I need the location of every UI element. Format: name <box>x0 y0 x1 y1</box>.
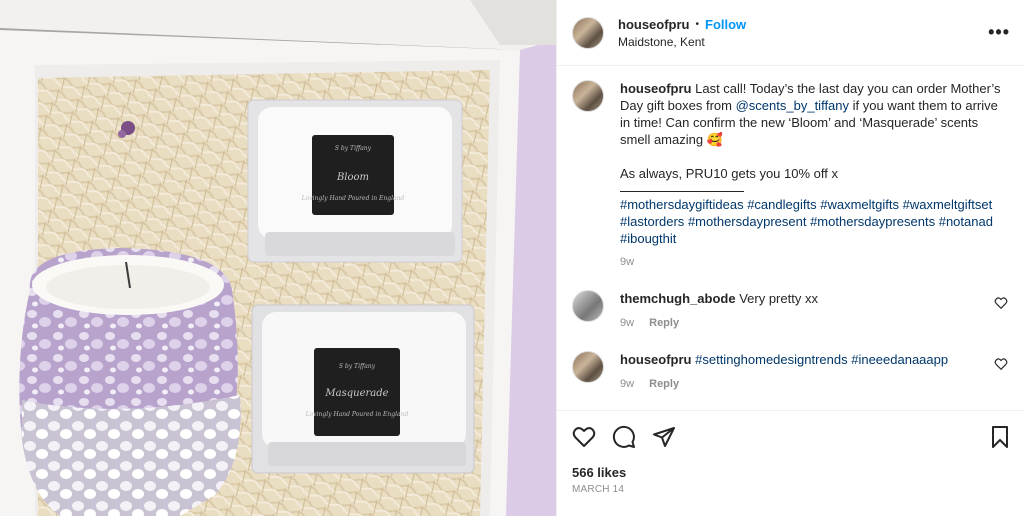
bookmark-icon[interactable] <box>988 425 1012 449</box>
comment-icon[interactable] <box>612 425 636 449</box>
hashtag[interactable]: #lastorders <box>620 214 684 229</box>
caption-username[interactable]: houseofpru <box>620 81 692 96</box>
hashtag[interactable]: #mothersdaygiftideas <box>620 197 744 212</box>
more-icon[interactable]: ••• <box>988 22 1010 43</box>
hashtag[interactable]: #waxmeltgifts <box>820 197 899 212</box>
post-header: houseofpru • Follow Maidstone, Kent ••• <box>557 0 1024 66</box>
hashtag[interactable]: #waxmeltgiftset <box>903 197 993 212</box>
commenter-avatar[interactable] <box>572 290 604 322</box>
caption-avatar[interactable] <box>572 80 604 112</box>
comment-text: Very pretty xx <box>739 291 818 306</box>
reply-button[interactable]: Reply <box>649 378 679 390</box>
comment-time: 9w <box>620 378 635 390</box>
separator-dot: • <box>695 18 700 30</box>
comment-username[interactable]: themchugh_abode <box>620 291 736 306</box>
post-actions: 566 likes MARCH 14 <box>557 410 1024 516</box>
candle2-label: Masquerade <box>324 388 388 399</box>
post-photo: S by Tiffany Bloom Lovingly Hand Poured … <box>0 0 556 516</box>
post-username[interactable]: houseofpru <box>618 17 690 32</box>
post-image[interactable]: S by Tiffany Bloom Lovingly Hand Poured … <box>0 0 556 516</box>
comment-item: themchugh_abode Very pretty xx 9w Reply <box>572 290 1008 332</box>
candle1-label: Bloom <box>336 172 369 183</box>
post-side-panel: houseofpru • Follow Maidstone, Kent ••• … <box>556 0 1024 516</box>
caption-emoji: 🥰 <box>706 132 723 147</box>
hashtag[interactable]: #mothersdaypresents <box>810 214 935 229</box>
likes-count[interactable]: 566 likes <box>572 465 1012 480</box>
hashtag-list: #mothersdaygiftideas #candlegifts #waxme… <box>620 196 1008 247</box>
caption-mention[interactable]: @scents_by_tiffany <box>736 98 849 113</box>
hashtag[interactable]: #ibougthit <box>620 231 676 246</box>
caption-divider <box>620 186 744 192</box>
comment-username[interactable]: houseofpru <box>620 352 692 367</box>
hashtag[interactable]: #notanad <box>939 214 993 229</box>
follow-button[interactable]: Follow <box>705 17 746 32</box>
comment-item: houseofpru #settinghomedesigntrends #ine… <box>572 351 1008 393</box>
share-icon[interactable] <box>652 425 676 449</box>
comment-time: 9w <box>620 317 635 329</box>
heart-icon[interactable] <box>572 425 596 449</box>
logo-text-2: S by Tiffany <box>339 363 376 370</box>
caption: houseofpru Last call! Today’s the last d… <box>572 80 1008 271</box>
logo-text-1: S by Tiffany <box>335 145 372 152</box>
hashtag[interactable]: #candlegifts <box>747 197 816 212</box>
hashtag[interactable]: #mothersdaypresent <box>688 214 807 229</box>
post-date: MARCH 14 <box>572 484 625 495</box>
brand-script-1: Lovingly Hand Poured in England <box>301 195 405 202</box>
caption-text-c: As always, PRU10 gets you 10% off x <box>620 166 838 181</box>
comment-like-heart-icon[interactable] <box>994 357 1008 371</box>
avatar[interactable] <box>572 16 604 49</box>
caption-time: 9w <box>620 256 635 268</box>
reply-button[interactable]: Reply <box>649 317 679 329</box>
comments-section: houseofpru Last call! Today’s the last d… <box>557 66 1024 410</box>
commenter-avatar[interactable] <box>572 351 604 383</box>
comment-like-heart-icon[interactable] <box>994 296 1008 310</box>
post-location[interactable]: Maidstone, Kent <box>618 35 988 49</box>
comment-text[interactable]: #settinghomedesigntrends #ineeedanaaapp <box>695 352 948 367</box>
brand-script-2: Lovingly Hand Poured in England <box>305 411 409 418</box>
